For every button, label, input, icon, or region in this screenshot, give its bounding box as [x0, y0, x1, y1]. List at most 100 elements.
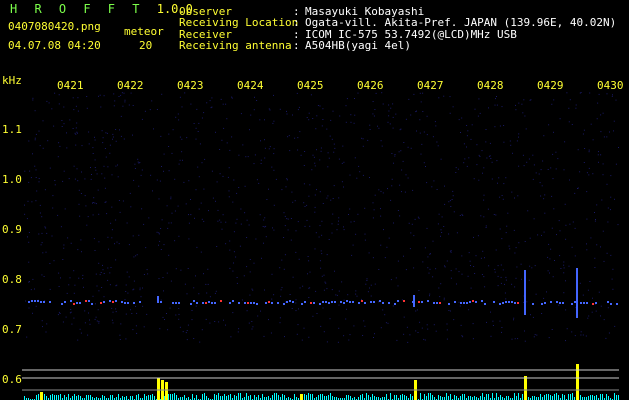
power-bar: [60, 394, 61, 400]
power-bar: [350, 396, 351, 400]
noise-dot: [460, 324, 462, 326]
noise-dot: [345, 318, 347, 320]
noise-dot: [618, 147, 619, 148]
noise-dot: [614, 325, 616, 327]
noise-dot: [145, 247, 147, 249]
noise-dot: [426, 182, 428, 184]
noise-dot: [143, 274, 145, 275]
noise-dot: [273, 153, 275, 155]
noise-dot: [132, 134, 133, 136]
noise-dot: [298, 308, 299, 310]
noise-dot: [76, 131, 78, 133]
trace-segment: [379, 300, 381, 302]
noise-dot: [515, 277, 517, 279]
noise-dot: [612, 288, 614, 290]
noise-dot: [485, 225, 487, 227]
power-bar: [324, 396, 325, 400]
noise-dot: [228, 167, 230, 169]
trace-segment: [562, 302, 564, 304]
noise-dot: [427, 267, 429, 269]
power-bar: [508, 396, 509, 400]
noise-dot: [221, 139, 223, 141]
noise-dot: [326, 288, 328, 290]
noise-dot: [483, 199, 485, 201]
noise-dot: [256, 179, 258, 181]
trace-segment: [517, 302, 519, 304]
noise-dot: [505, 279, 507, 281]
meteor-echo: [413, 295, 415, 307]
power-bar: [284, 395, 285, 400]
noise-dot: [87, 216, 89, 218]
trace-segment: [271, 302, 273, 304]
noise-dot: [118, 96, 120, 97]
noise-dot: [361, 137, 363, 139]
unit-label: kHz: [2, 74, 22, 87]
noise-dot: [69, 119, 71, 121]
noise-dot: [551, 329, 553, 330]
power-bar: [606, 394, 607, 400]
trace-segment: [250, 302, 252, 304]
trace-segment: [472, 300, 474, 302]
noise-dot: [594, 257, 596, 259]
noise-dot: [46, 232, 48, 234]
noise-dot: [367, 139, 369, 141]
noise-dot: [588, 174, 590, 176]
noise-dot: [193, 123, 195, 124]
noise-dot: [320, 267, 322, 269]
power-bar: [326, 396, 327, 400]
noise-dot: [306, 204, 308, 206]
noise-dot: [373, 337, 374, 338]
power-bar: [240, 393, 241, 400]
noise-dot: [436, 141, 438, 143]
noise-dot: [219, 149, 221, 150]
noise-dot: [77, 110, 79, 112]
noise-dot: [327, 195, 329, 197]
noise-dot: [77, 339, 79, 341]
noise-dot: [396, 339, 398, 341]
noise-dot: [296, 92, 298, 94]
noise-dot: [102, 264, 103, 266]
noise-dot: [580, 334, 582, 336]
noise-dot: [511, 283, 513, 285]
noise-dot: [603, 260, 605, 262]
power-bar: [460, 396, 461, 400]
noise-dot: [58, 142, 60, 144]
noise-dot: [472, 338, 474, 340]
noise-dot: [308, 119, 310, 121]
noise-dot: [603, 136, 605, 138]
noise-dot: [63, 247, 65, 249]
noise-dot: [566, 92, 568, 94]
noise-dot: [44, 226, 46, 228]
noise-dot: [430, 253, 431, 255]
noise-dot: [185, 203, 187, 205]
app-title-text: H R O F F T: [10, 2, 145, 16]
noise-dot: [124, 299, 126, 301]
noise-dot: [52, 207, 54, 209]
noise-dot: [230, 336, 232, 338]
noise-dot: [74, 132, 76, 134]
noise-dot: [338, 327, 340, 329]
noise-dot: [28, 281, 30, 283]
noise-dot: [182, 331, 184, 333]
noise-dot: [345, 105, 347, 107]
noise-dot: [41, 242, 43, 244]
noise-dot: [481, 274, 483, 275]
noise-dot: [159, 328, 161, 330]
noise-dot: [144, 110, 146, 112]
trace-segment: [541, 303, 543, 305]
trace-segment: [115, 300, 117, 302]
noise-dot: [497, 182, 498, 184]
noise-dot: [488, 265, 490, 267]
noise-dot: [582, 334, 584, 336]
noise-dot: [240, 223, 242, 225]
power-bar: [164, 396, 165, 400]
noise-dot: [368, 252, 370, 254]
noise-dot: [281, 287, 283, 289]
noise-dot: [606, 252, 608, 254]
noise-dot: [580, 92, 582, 93]
noise-dot: [103, 296, 105, 298]
noise-dot: [245, 156, 247, 158]
power-bar: [80, 396, 81, 400]
noise-dot: [406, 326, 408, 328]
noise-dot: [415, 310, 417, 312]
